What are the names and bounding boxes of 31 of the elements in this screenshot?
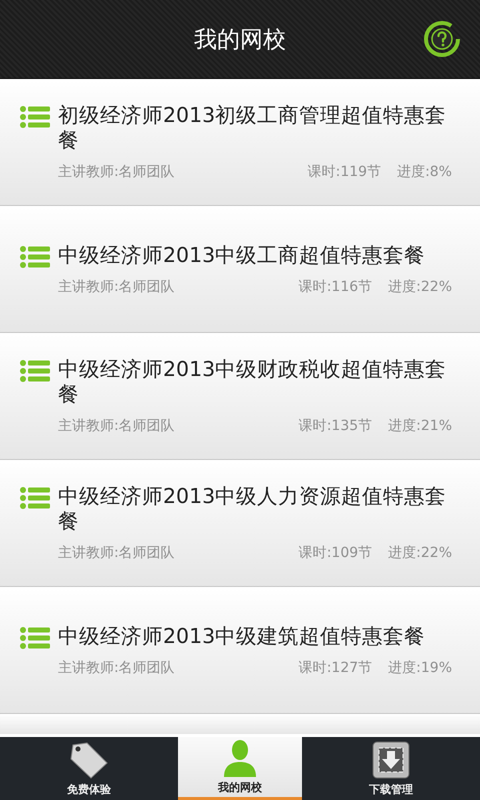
teacher-label: 主讲教师:名师团队: [58, 163, 176, 181]
list-icon: [20, 487, 50, 509]
progress-label: 进度:22%: [388, 544, 452, 562]
course-title: 中级经济师2013中级人力资源超值特惠套餐: [58, 484, 448, 534]
person-icon: [222, 739, 258, 777]
list-icon: [20, 246, 50, 268]
teacher-label: 主讲教师:名师团队: [58, 544, 176, 562]
course-title: 中级经济师2013中级财政税收超值特惠套餐: [58, 357, 448, 407]
screen-title: 我的网校: [194, 26, 286, 54]
course-title: 初级经济师2013初级工商管理超值特惠套餐: [58, 103, 448, 153]
lesson-count: 课时:116节: [298, 278, 372, 296]
lesson-count: 课时:135节: [298, 417, 372, 435]
price-tag-icon: [69, 740, 109, 778]
download-icon: [372, 740, 410, 778]
lesson-count: 课时:109节: [298, 544, 372, 562]
progress-label: 进度:8%: [397, 163, 452, 181]
teacher-label: 主讲教师:名师团队: [58, 658, 176, 676]
help-button[interactable]: [422, 19, 462, 59]
course-title: 中级经济师2013中级工商超值特惠套餐: [58, 242, 426, 268]
teacher-label: 主讲教师:名师团队: [58, 417, 176, 435]
progress-label: 进度:19%: [388, 658, 452, 676]
list-icon: [20, 360, 50, 382]
list-icon: [20, 106, 50, 128]
teacher-label: 主讲教师:名师团队: [58, 278, 176, 296]
course-title: 中级经济师2013中级建筑超值特惠套餐: [58, 624, 426, 648]
progress-label: 进度:21%: [388, 417, 452, 435]
progress-label: 进度:22%: [388, 278, 452, 296]
lesson-count: 课时:119节: [308, 163, 382, 181]
lesson-count: 课时:127节: [298, 658, 372, 676]
tab[interactable]: 我的网校: [178, 737, 302, 800]
list-icon: [20, 626, 50, 648]
